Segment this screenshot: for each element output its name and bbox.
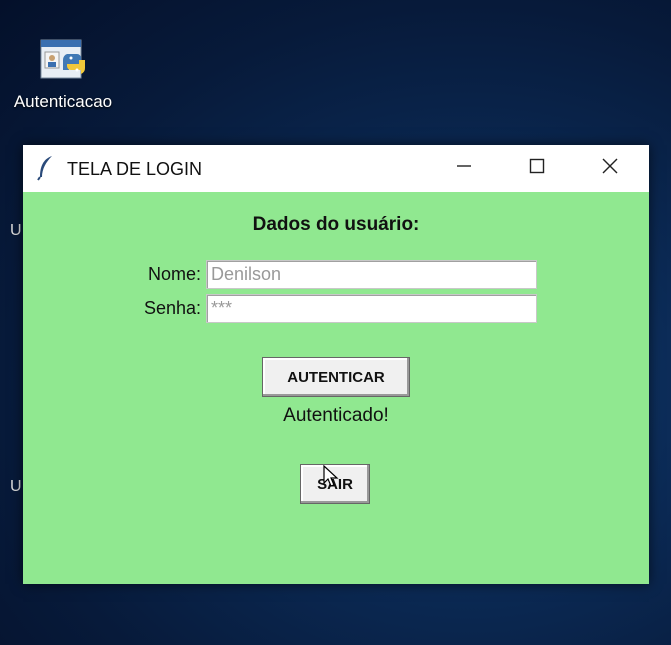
desktop-icon-autenticacao[interactable]: Autenticacao <box>4 38 122 112</box>
maximize-button[interactable] <box>514 145 560 192</box>
desktop-icon-label: Autenticacao <box>13 92 113 111</box>
feather-icon <box>37 155 55 186</box>
desktop-edge-text: U <box>10 222 22 239</box>
mouse-cursor-icon <box>323 464 339 494</box>
title-bar[interactable]: TELA DE LOGIN <box>23 145 649 192</box>
window-title: TELA DE LOGIN <box>67 159 203 179</box>
minimize-button[interactable] <box>441 145 487 192</box>
close-button[interactable] <box>587 145 633 192</box>
python-file-icon <box>37 38 89 88</box>
maximize-icon <box>529 158 545 179</box>
minimize-icon <box>456 158 472 179</box>
authenticate-button[interactable]: AUTENTICAR <box>262 357 410 397</box>
status-message: Autenticado! <box>283 405 389 426</box>
password-label: Senha: <box>143 298 201 318</box>
login-form: Dados do usuário: Nome: Denilson Senha: … <box>23 192 649 584</box>
login-window: TELA DE LOGIN Dados do usuário: Nome: De… <box>23 145 649 584</box>
form-heading: Dados do usuário: <box>252 214 420 235</box>
close-icon <box>602 158 618 179</box>
name-label: Nome: <box>147 264 201 284</box>
desktop-edge-text: U <box>10 478 22 495</box>
password-input[interactable]: *** <box>206 294 537 323</box>
name-input[interactable]: Denilson <box>206 260 537 289</box>
